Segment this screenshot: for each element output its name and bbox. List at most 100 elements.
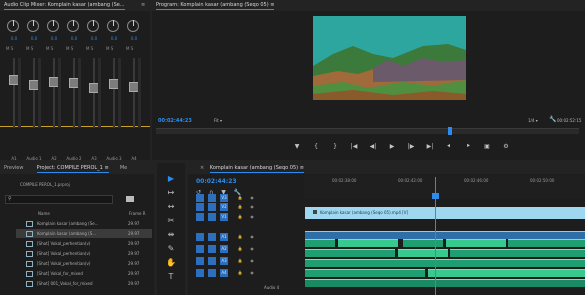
source-patch-toggle[interactable] [196, 245, 204, 253]
source-patch-toggle[interactable] [196, 257, 204, 265]
source-patch-toggle[interactable] [196, 269, 204, 277]
timeline-title[interactable]: Komplain kasar (ambang (Seqo 05) ≡ [209, 165, 304, 173]
audio-clip[interactable] [403, 239, 443, 247]
selection-icon[interactable]: ▶ [165, 173, 177, 185]
eye-icon[interactable]: ◉ [248, 257, 256, 265]
audio-clip[interactable] [338, 239, 398, 247]
channel-pan-value[interactable]: 0.0 [46, 36, 62, 41]
track-target-toggle[interactable] [208, 245, 216, 253]
lock-icon[interactable]: 🔒 [236, 213, 244, 221]
project-item[interactable]: [Shot] 001_Vokal_for_mixed 29.97 [16, 279, 152, 288]
track-name[interactable]: V1 [220, 213, 228, 221]
fit-dropdown[interactable]: Fit ▾ [214, 118, 222, 123]
step-back-icon[interactable]: ◀| [368, 143, 378, 153]
track-name[interactable]: A4 [220, 269, 228, 277]
pan-knob-icon[interactable] [47, 20, 59, 32]
close-icon[interactable]: × [200, 165, 204, 171]
out-point-icon[interactable]: } [330, 143, 340, 153]
audio-clip[interactable] [450, 249, 585, 257]
project-item[interactable]: Komplain kasar (ambang (Se... 29.97 [16, 219, 152, 228]
source-patch-toggle[interactable] [196, 213, 204, 221]
audio-clip[interactable] [305, 259, 585, 267]
go-to-in-icon[interactable]: |◀ [349, 143, 359, 153]
channel-pan-value[interactable]: 0.0 [106, 36, 122, 41]
program-scrubber[interactable] [156, 127, 579, 135]
project-item[interactable]: [Shot] Vokal_perhentian(v) 29.97 [16, 249, 152, 258]
marker-icon[interactable]: ▼ [292, 143, 302, 153]
in-point-icon[interactable]: { [311, 143, 321, 153]
tab-preview[interactable]: Preview [4, 165, 23, 171]
mixer-title[interactable]: Audio Clip Mixer: Komplain kasar (ambang… [4, 2, 125, 10]
column-name[interactable]: Name [38, 211, 50, 216]
track-name[interactable]: A1 [220, 233, 228, 241]
audio-clip[interactable] [305, 239, 335, 247]
pan-knob-icon[interactable] [7, 20, 19, 32]
pan-knob-icon[interactable] [87, 20, 99, 32]
audio-clip[interactable] [508, 239, 585, 247]
track-name[interactable]: A2 [220, 245, 228, 253]
track-target-toggle[interactable] [208, 233, 216, 241]
lock-icon[interactable]: 🔒 [236, 269, 244, 277]
settings-icon[interactable]: ⚙ [501, 143, 511, 153]
timeline-timecode[interactable]: 00:02:44:23 [196, 178, 237, 185]
timeline-playhead-line[interactable] [435, 177, 436, 295]
go-to-out-icon[interactable]: ▶| [425, 143, 435, 153]
program-timecode[interactable]: 00:02:44:23 [158, 118, 192, 124]
insert-icon[interactable]: ⯇ [444, 143, 454, 153]
track-name[interactable]: V2 [220, 203, 228, 211]
channel-pan-value[interactable]: 0.0 [26, 36, 42, 41]
pan-knob-icon[interactable] [67, 20, 79, 32]
project-item[interactable]: [Shot] Vokal_perhentian(v) 29.97 [16, 259, 152, 268]
audio-clip[interactable] [305, 279, 585, 287]
hand-icon[interactable]: ✋ [165, 257, 177, 269]
program-title[interactable]: Program: Komplain kasar (ambang (Seqo 05… [156, 2, 275, 10]
type-icon[interactable]: T [165, 271, 177, 283]
track-name[interactable]: A3 [220, 257, 228, 265]
razor-icon[interactable]: ✂ [165, 215, 177, 227]
eye-icon[interactable]: ◉ [248, 213, 256, 221]
track-target-toggle[interactable] [208, 203, 216, 211]
track-target-toggle[interactable] [208, 257, 216, 265]
lock-icon[interactable]: 🔒 [236, 257, 244, 265]
playhead-handle[interactable] [447, 127, 452, 135]
eye-icon[interactable]: ◉ [248, 245, 256, 253]
new-bin-icon[interactable] [126, 196, 134, 202]
mute-solo-buttons[interactable]: M S [26, 46, 33, 51]
track-name[interactable]: V3 [220, 194, 228, 202]
mute-solo-buttons[interactable]: M S [6, 46, 13, 51]
lock-icon[interactable]: 🔒 [236, 233, 244, 241]
step-forward-icon[interactable]: |▶ [406, 143, 416, 153]
audio-clip[interactable] [305, 231, 585, 239]
mute-solo-buttons[interactable]: M S [106, 46, 113, 51]
column-frame-rate[interactable]: Frame R [129, 211, 146, 216]
track-target-toggle[interactable] [208, 213, 216, 221]
lock-icon[interactable]: 🔒 [236, 245, 244, 253]
audio-clip[interactable] [398, 249, 448, 257]
eye-icon[interactable]: ◉ [248, 269, 256, 277]
pan-knob-icon[interactable] [27, 20, 39, 32]
search-input[interactable]: ⚲ [5, 195, 113, 204]
track-target-toggle[interactable] [208, 269, 216, 277]
project-item[interactable]: [Shot] Vokal_perhentian(v) 29.97 [16, 239, 152, 248]
export-frame-icon[interactable]: ▣ [482, 143, 492, 153]
audio-clip[interactable] [305, 269, 425, 277]
tab-project[interactable]: Project: COMPILE PEROL_1 ≡ [36, 165, 109, 173]
settings-wrench-icon[interactable]: 🔧 [549, 116, 556, 123]
channel-pan-value[interactable]: 0.0 [126, 36, 142, 41]
eye-icon[interactable]: ◉ [248, 203, 256, 211]
pan-knob-icon[interactable] [107, 20, 119, 32]
eye-icon[interactable]: ◉ [248, 233, 256, 241]
project-item[interactable]: [Shot] Vokal_for_mixed 29.97 [16, 269, 152, 278]
tab-media[interactable]: Me [120, 165, 127, 171]
panel-menu-icon[interactable]: ≡ [141, 0, 145, 11]
video-clip[interactable]: Komplain kasar (ambang (Seqo 05).mp4 [V] [305, 207, 585, 219]
source-patch-toggle[interactable] [196, 194, 204, 202]
slip-icon[interactable]: ⇹ [165, 229, 177, 241]
audio-clip[interactable] [446, 239, 506, 247]
mute-solo-buttons[interactable]: M S [126, 46, 133, 51]
source-patch-toggle[interactable] [196, 233, 204, 241]
mute-solo-buttons[interactable]: M S [66, 46, 73, 51]
audio-clip[interactable] [428, 269, 585, 277]
quality-dropdown[interactable]: 1/4 ▾ [528, 118, 538, 123]
project-item[interactable]: Komplain kasar (ambang (S... 29.97 [16, 229, 152, 238]
